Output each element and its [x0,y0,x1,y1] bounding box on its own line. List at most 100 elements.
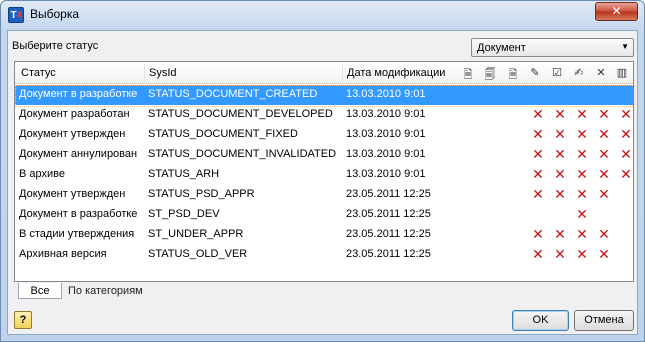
cancel-button[interactable]: Отмена [574,310,634,331]
doc-sign-icon[interactable]: ✎ [527,66,543,80]
table-row[interactable]: Архивная версия STATUS_OLD_VER 23.05.2011 … [15,245,633,265]
x-mark-icon[interactable]: ✕ [553,187,567,201]
cell-sysid: STATUS_OLD_VER [148,248,248,260]
cell-sysid: STATUS_ARH [148,168,220,180]
cell-date: 23.05.2011 12:25 [346,228,431,240]
cell-date: 13.03.2010 9:01 [346,128,426,140]
x-mark-icon[interactable]: ✕ [575,227,589,241]
dialog-window: T4 Выборка ✕ Выберите статус Документ ▼ … [0,0,645,342]
doc-save-icon[interactable]: 🗎 [505,66,521,81]
table-row[interactable]: Документ разработан STATUS_DOCUMENT_DEVEL… [15,105,633,125]
title-bar[interactable]: T4 Выборка ✕ [1,1,644,29]
table-row[interactable]: Документ аннулирован STATUS_DOCUMENT_INVA… [15,145,633,165]
x-mark-icon[interactable]: ✕ [575,187,589,201]
cell-status: Документ в разработке [19,208,138,220]
x-mark-icon[interactable]: ✕ [575,127,589,141]
doc-arrow-icon[interactable]: 🗎 [460,66,476,81]
table-row[interactable]: В архиве STATUS_ARH 13.03.2010 9:01 ✕ ✕ ✕ ✕ ✕ [15,165,633,185]
column-header-date[interactable]: Дата модификации [347,67,445,79]
cell-date: 23.05.2011 12:25 [346,208,431,220]
x-mark-icon[interactable]: ✕ [531,147,545,161]
help-icon[interactable]: ? [14,311,32,329]
x-mark-icon[interactable]: ✕ [597,127,611,141]
cell-sysid: STATUS_DOCUMENT_FIXED [148,128,298,140]
x-mark-icon[interactable]: ✕ [619,147,633,161]
cell-sysid: STATUS_DOCUMENT_CREATED [148,88,318,100]
x-mark-icon[interactable]: ✕ [575,167,589,181]
x-mark-icon[interactable]: ✕ [575,107,589,121]
cell-sysid: STATUS_DOCUMENT_DEVELOPED [148,108,333,120]
x-mark-icon[interactable]: ✕ [597,107,611,121]
x-mark-icon[interactable]: ✕ [553,147,567,161]
x-mark-icon[interactable]: ✕ [531,187,545,201]
x-mark-icon[interactable]: ✕ [575,207,589,221]
x-mark-icon[interactable]: ✕ [531,167,545,181]
column-divider[interactable] [144,64,145,82]
table-row[interactable]: Документ утвержден STATUS_PSD_APPR 23.05.2… [15,185,633,205]
x-mark-icon[interactable]: ✕ [531,107,545,121]
status-type-value: Документ [477,42,526,54]
delete-icon[interactable]: ✕ [593,66,609,80]
view-tabs: Все По категориям [14,283,314,301]
cell-date: 13.03.2010 9:01 [346,88,426,100]
x-mark-icon[interactable]: ✕ [575,147,589,161]
cell-sysid: STATUS_DOCUMENT_INVALIDATED [148,148,337,160]
x-mark-icon[interactable]: ✕ [619,127,633,141]
app-logo-icon: T4 [8,7,24,23]
cell-status: Документ утвержден [19,128,126,140]
dialog-body: Выберите статус Документ ▼ Статус SysId … [7,30,638,335]
cell-sysid: ST_PSD_DEV [148,208,220,220]
x-mark-icon[interactable]: ✕ [619,167,633,181]
x-mark-icon[interactable]: ✕ [553,127,567,141]
x-mark-icon[interactable]: ✕ [597,227,611,241]
cell-status: В архиве [19,168,65,180]
x-mark-icon[interactable]: ✕ [597,147,611,161]
cell-status: Документ в разработке [19,88,138,100]
ok-button[interactable]: OK [512,310,569,331]
table-row[interactable]: Документ в разработке STATUS_DOCUMENT_CRE… [15,85,635,107]
doc-check-icon[interactable]: ☑ [549,66,565,80]
cell-status: Документ разработан [19,108,130,120]
status-type-select[interactable]: Документ ▼ [471,38,634,57]
status-table: Статус SysId Дата модификации 🗎 🗐 🗎 ✎ ☑ … [14,61,635,282]
x-mark-icon[interactable]: ✕ [531,227,545,241]
x-mark-icon[interactable]: ✕ [597,247,611,261]
cell-date: 23.05.2011 12:25 [346,188,431,200]
cell-date: 13.03.2010 9:01 [346,168,426,180]
cell-sysid: ST_UNDER_APPR [148,228,244,240]
tab-by-category[interactable]: По категориям [64,283,147,299]
chevron-down-icon: ▼ [621,42,629,51]
doc-copy-icon[interactable]: 🗐 [482,66,498,81]
cell-status: В стадии утверждения [19,228,135,240]
x-mark-icon[interactable]: ✕ [575,247,589,261]
table-header: Статус SysId Дата модификации 🗎 🗐 🗎 ✎ ☑ … [15,62,633,84]
x-mark-icon[interactable]: ✕ [553,247,567,261]
cell-status: Документ утвержден [19,188,126,200]
column-header-status[interactable]: Статус [21,67,56,79]
window-title: Выборка [30,7,80,21]
cell-date: 13.03.2010 9:01 [346,148,426,160]
x-mark-icon[interactable]: ✕ [619,107,633,121]
cell-status: Архивная версия [19,248,107,260]
x-mark-icon[interactable]: ✕ [597,167,611,181]
x-mark-icon[interactable]: ✕ [553,167,567,181]
cell-sysid: STATUS_PSD_APPR [148,188,255,200]
x-mark-icon[interactable]: ✕ [531,247,545,261]
x-mark-icon[interactable]: ✕ [553,227,567,241]
cell-date: 13.03.2010 9:01 [346,108,426,120]
archive-icon[interactable]: ▥ [614,66,630,80]
table-row[interactable]: Документ в разработке ST_PSD_DEV 23.05.201… [15,205,633,225]
column-header-sysid[interactable]: SysId [149,67,177,79]
table-row[interactable]: Документ утвержден STATUS_DOCUMENT_FIXED 1… [15,125,633,145]
x-mark-icon[interactable]: ✕ [597,187,611,201]
x-mark-icon[interactable]: ✕ [553,107,567,121]
column-divider[interactable] [342,64,343,82]
x-mark-icon[interactable]: ✕ [531,127,545,141]
doc-edit-icon[interactable]: ✍ [571,66,587,80]
cell-date: 23.05.2011 12:25 [346,248,431,260]
close-button[interactable]: ✕ [595,2,638,21]
status-filter-label: Выберите статус [12,40,99,52]
cell-status: Документ аннулирован [19,148,138,160]
tab-all[interactable]: Все [18,283,62,299]
table-row[interactable]: В стадии утверждения ST_UNDER_APPR 23.05.2… [15,225,633,245]
